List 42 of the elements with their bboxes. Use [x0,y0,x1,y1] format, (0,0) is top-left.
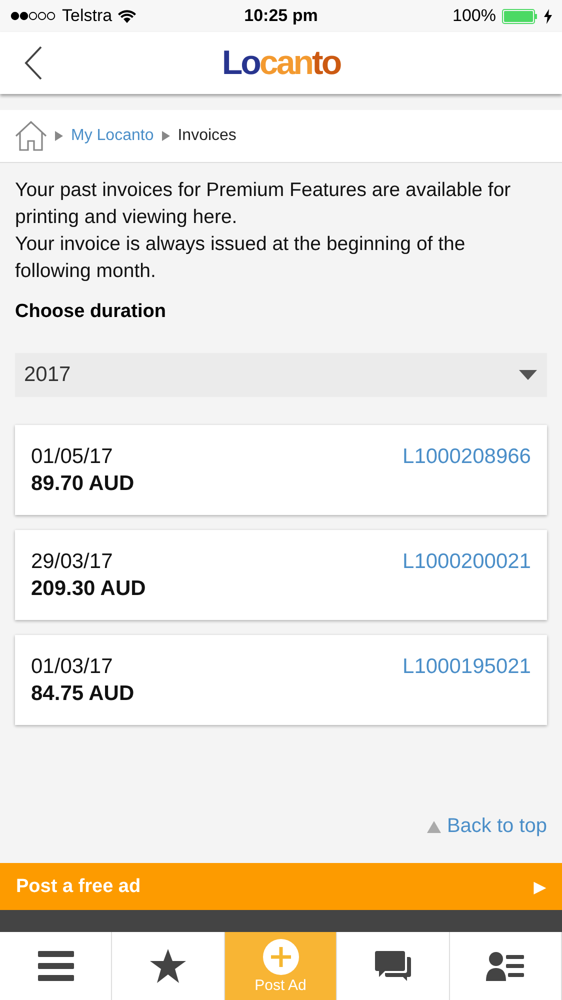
invoice-number-link[interactable]: L1000208966 [402,425,531,469]
back-icon[interactable] [24,46,42,80]
user-list-icon [486,951,524,981]
invoice-number-link[interactable]: L1000200021 [402,530,531,574]
breadcrumb-link[interactable]: My Locanto [71,127,154,145]
carrier-name: Telstra [62,6,112,26]
invoice-amount: 89.70 AUD [31,472,134,496]
post-ad-banner[interactable]: Post a free ad ▶ [0,863,562,910]
invoice-card[interactable]: 01/05/17 89.70 AUD L1000208966 [15,425,547,515]
invoice-amount: 209.30 AUD [31,577,146,601]
invoice-card[interactable]: 01/03/17 84.75 AUD L1000195021 [15,635,547,725]
invoice-date: 29/03/17 [31,550,114,574]
plus-circle-icon [262,938,299,974]
invoice-date: 01/03/17 [31,655,114,679]
post-tab[interactable]: Post Ad [224,932,338,1000]
intro-text: Your past invoices for Premium Features are available for printing and viewing here. [15,178,512,230]
signal-icon [10,11,56,21]
intro-text: Your invoice is always issued at the beginning of the following month. [15,232,466,284]
invoice-card[interactable]: 29/03/17 209.30 AUD L1000200021 [15,530,547,620]
invoice-amount: 84.75 AUD [31,682,134,706]
invoice-number-link[interactable]: L1000195021 [402,635,531,679]
duration-select[interactable]: 2017 [15,353,547,397]
home-icon[interactable] [15,121,47,151]
up-triangle-icon [426,820,441,832]
battery-icon [502,8,538,24]
breadcrumb-current: Invoices [178,127,236,145]
dropdown-caret-icon [519,370,537,380]
charging-icon [544,8,552,24]
star-icon [150,949,186,983]
clock-time: 10:25 pm [244,6,318,26]
battery-percent: 100% [452,6,496,26]
locanto-logo: Locanto [222,44,340,82]
back-to-top-link[interactable]: Back to top [446,815,547,838]
chevron-icon [55,131,63,141]
invoice-date: 01/05/17 [31,445,114,469]
menu-icon [38,950,74,982]
wifi-icon [118,10,136,22]
duration-label: Choose duration [15,301,167,323]
arrow-glyph: ▶ [534,878,546,896]
chevron-icon [162,131,170,141]
chat-icon [374,951,411,981]
tab-label: Post Ad [254,976,306,994]
